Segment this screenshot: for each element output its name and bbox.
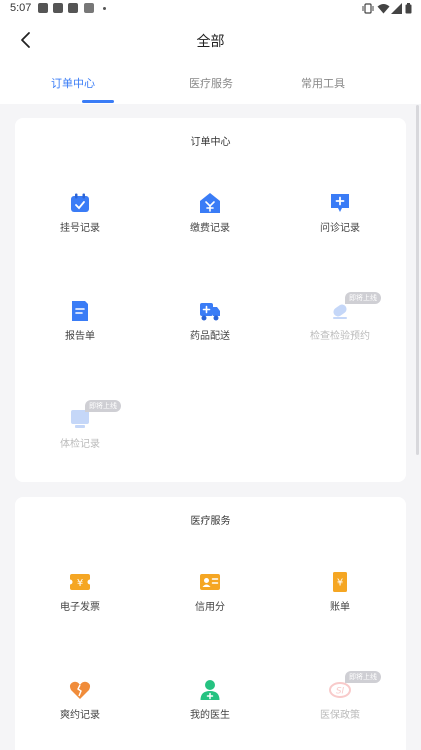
house-payment-icon (200, 193, 220, 213)
scrollbar[interactable] (416, 105, 419, 455)
status-time: 5:07 (10, 2, 32, 14)
item-label: 挂号记录 (60, 223, 100, 234)
section-title: 医疗服务 (190, 516, 231, 527)
notification-icon (84, 3, 94, 13)
active-tab-indicator (82, 100, 114, 103)
item-label: 药品配送 (190, 331, 230, 342)
calendar-check-icon (71, 193, 89, 212)
item-label: 缴费记录 (190, 223, 230, 234)
item-label: 爽约记录 (60, 710, 100, 721)
delivery-truck-icon (200, 303, 220, 321)
tab-medical-service[interactable]: 医疗服务 (171, 75, 251, 91)
exam-appointment-item[interactable]: 即将上线 检查检验预约 (275, 292, 405, 360)
my-doctor-item[interactable]: 我的医生 (145, 679, 275, 739)
coming-soon-badge: 即将上线 (345, 671, 381, 683)
notification-icon (68, 3, 78, 13)
more-notifications-icon (103, 7, 106, 10)
credit-card-icon (200, 574, 220, 590)
insurance-policy-item[interactable]: SI 即将上线 医保政策 (275, 671, 405, 739)
section-title: 订单中心 (190, 137, 231, 148)
item-label: 电子发票 (60, 602, 100, 613)
bill-item[interactable]: ¥ 账单 (275, 571, 405, 631)
consultation-record-item[interactable]: 问诊记录 (275, 192, 405, 252)
notification-icon (38, 3, 48, 13)
notification-icon (53, 3, 63, 13)
tab-common-tools[interactable]: 常用工具 (283, 75, 363, 91)
item-label: 报告单 (65, 331, 95, 342)
tab-order-center[interactable]: 订单中心 (33, 75, 113, 91)
e-invoice-item[interactable]: ¥ 电子发票 (15, 571, 145, 631)
credit-score-item[interactable]: 信用分 (145, 571, 275, 631)
status-bar: 5:07 (0, 0, 421, 18)
invoice-icon: ¥ (69, 574, 91, 590)
tab-bar: 订单中心 医疗服务 常用工具 (0, 62, 421, 104)
chat-plus-icon (331, 194, 349, 212)
coming-soon-badge: 即将上线 (345, 292, 381, 304)
svg-text:SI: SI (336, 687, 345, 697)
item-label: 检查检验预约 (310, 331, 370, 342)
report-item[interactable]: 报告单 (15, 300, 145, 360)
bill-icon: ¥ (333, 572, 347, 592)
app-header: 全部 (0, 18, 421, 62)
broken-heart-icon (69, 681, 91, 699)
missed-appointment-item[interactable]: 爽约记录 (15, 679, 145, 739)
signal-icon (391, 3, 402, 14)
battery-icon (405, 3, 412, 14)
medical-service-card: 医疗服务 ¥ 电子发票 信用分 ¥ 账单 爽约记录 我的医生 SI 即将上线 医… (15, 497, 406, 750)
item-label: 体检记录 (60, 439, 100, 450)
item-label: 账单 (330, 602, 350, 613)
registration-record-item[interactable]: 挂号记录 (15, 192, 145, 252)
svg-text:¥: ¥ (77, 578, 83, 589)
svg-text:¥: ¥ (337, 578, 343, 589)
drug-delivery-item[interactable]: 药品配送 (145, 300, 275, 360)
item-label: 问诊记录 (320, 223, 360, 234)
payment-record-item[interactable]: 缴费记录 (145, 192, 275, 252)
order-center-card: 订单中心 挂号记录 缴费记录 问诊记录 报告单 药品配送 即将上线 检查检验预约… (15, 118, 406, 482)
item-label: 信用分 (195, 602, 225, 613)
document-icon (72, 301, 88, 321)
physical-exam-item[interactable]: 即将上线 体检记录 (15, 400, 145, 468)
item-label: 医保政策 (320, 710, 360, 721)
vibrate-icon (362, 3, 374, 14)
doctor-icon (200, 680, 220, 700)
coming-soon-badge: 即将上线 (85, 400, 121, 412)
wifi-icon (377, 4, 390, 14)
page-title: 全部 (196, 33, 225, 49)
item-label: 我的医生 (190, 710, 230, 721)
